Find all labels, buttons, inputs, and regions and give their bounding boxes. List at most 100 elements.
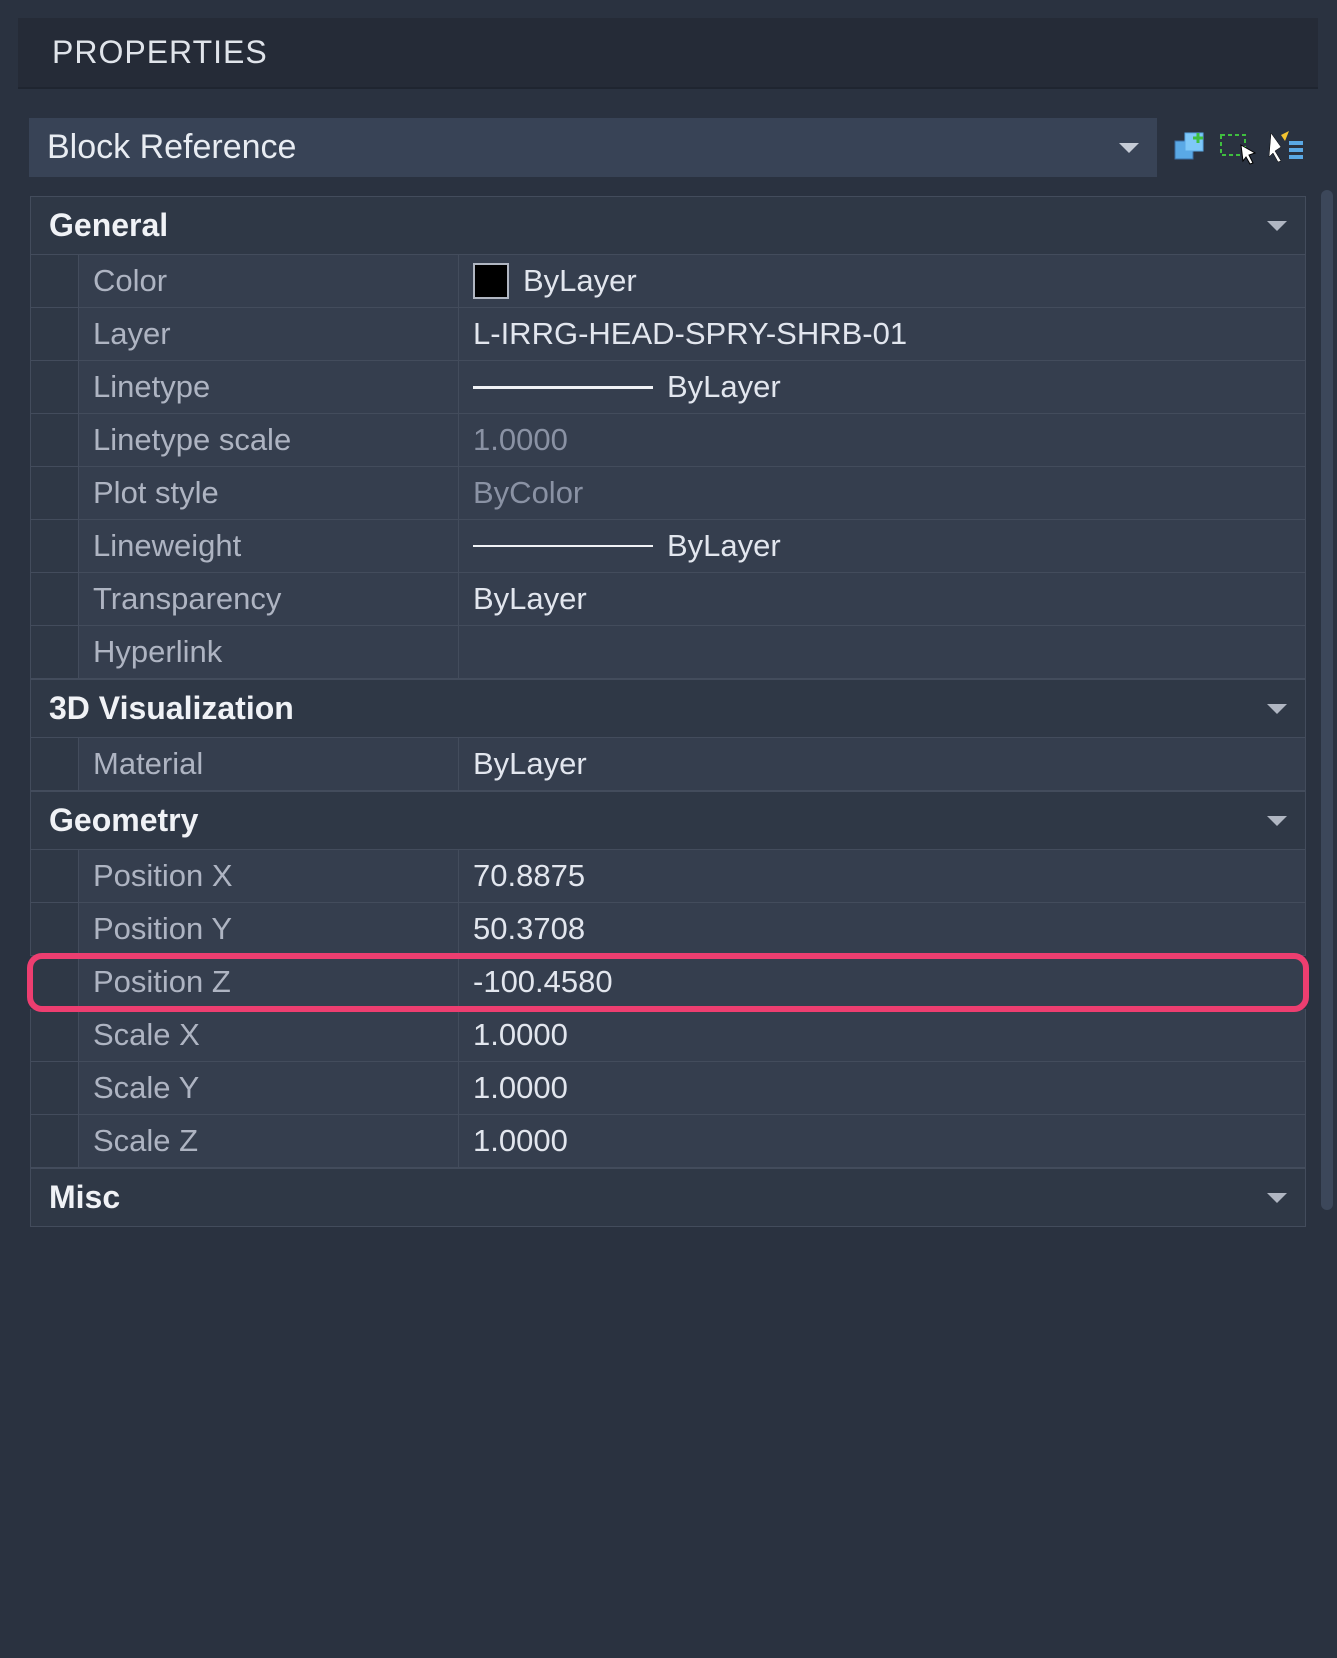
prop-value[interactable]: 1.0000 [459,1115,1305,1167]
prop-value-text: ByLayer [473,581,587,617]
prop-row-position-y[interactable]: Position Y 50.3708 [30,903,1306,956]
prop-value-text: 50.3708 [473,911,585,947]
row-spacer [31,738,79,790]
chevron-down-icon [1267,816,1287,826]
prop-label: Position X [79,850,459,902]
row-spacer [31,1062,79,1114]
row-spacer [31,361,79,413]
prop-value[interactable]: 1.0000 [459,414,1305,466]
prop-value[interactable] [459,626,1305,678]
prop-label: Scale X [79,1009,459,1061]
section-title: 3D Visualization [49,690,294,727]
prop-value[interactable]: ByLayer [459,520,1305,572]
prop-value-text: 1.0000 [473,422,568,458]
selector-row: Block Reference [18,89,1318,196]
prop-value[interactable]: 1.0000 [459,1009,1305,1061]
select-objects-icon[interactable] [1218,128,1260,168]
prop-value[interactable]: 1.0000 [459,1062,1305,1114]
selector-label: Block Reference [47,128,296,167]
prop-value[interactable]: ByColor [459,467,1305,519]
toolbar-icons [1170,128,1308,168]
section-header-misc[interactable]: Misc [30,1168,1306,1227]
row-spacer [31,308,79,360]
properties-panel: PROPERTIES Block Reference [18,18,1318,1227]
prop-row-color[interactable]: Color ByLayer [30,255,1306,308]
row-spacer [31,903,79,955]
prop-row-lineweight[interactable]: Lineweight ByLayer [30,520,1306,573]
row-spacer [31,414,79,466]
section-header-general[interactable]: General [30,196,1306,255]
prop-value[interactable]: 50.3708 [459,903,1305,955]
prop-row-position-x[interactable]: Position X 70.8875 [30,850,1306,903]
prop-label: Scale Z [79,1115,459,1167]
prop-value-text: ByLayer [523,263,637,299]
prop-value-text: 1.0000 [473,1017,568,1053]
chevron-down-icon [1119,143,1139,153]
chevron-down-icon [1267,704,1287,714]
prop-value-text: ByLayer [667,369,781,405]
prop-row-hyperlink[interactable]: Hyperlink [30,626,1306,679]
toggle-pickadd-icon[interactable] [1170,128,1212,168]
prop-value[interactable]: 70.8875 [459,850,1305,902]
color-swatch-icon [473,263,509,299]
prop-label: Position Z [79,956,459,1008]
prop-value-text: L-IRRG-HEAD-SPRY-SHRB-01 [473,316,907,352]
prop-label: Lineweight [79,520,459,572]
prop-value-text: ByLayer [473,746,587,782]
prop-label: Plot style [79,467,459,519]
prop-value-text: 70.8875 [473,858,585,894]
prop-label: Color [79,255,459,307]
prop-label: Scale Y [79,1062,459,1114]
prop-row-plot-style[interactable]: Plot style ByColor [30,467,1306,520]
prop-label: Position Y [79,903,459,955]
prop-row-material[interactable]: Material ByLayer [30,738,1306,791]
row-spacer [31,956,79,1008]
section-title: Geometry [49,802,198,839]
prop-value-text: -100.4580 [473,964,613,1000]
panel-title: PROPERTIES [18,18,1318,89]
prop-row-scale-z[interactable]: Scale Z 1.0000 [30,1115,1306,1168]
section-title: General [49,207,168,244]
row-spacer [31,1009,79,1061]
prop-label: Hyperlink [79,626,459,678]
row-spacer [31,573,79,625]
linetype-sample-icon [473,386,653,389]
quick-select-icon[interactable] [1266,128,1308,168]
prop-value[interactable]: ByLayer [459,255,1305,307]
chevron-down-icon [1267,221,1287,231]
prop-row-scale-x[interactable]: Scale X 1.0000 [30,1009,1306,1062]
prop-value-text: 1.0000 [473,1070,568,1106]
prop-value[interactable]: ByLayer [459,361,1305,413]
prop-value[interactable]: L-IRRG-HEAD-SPRY-SHRB-01 [459,308,1305,360]
prop-value[interactable]: ByLayer [459,738,1305,790]
prop-row-linetype-scale[interactable]: Linetype scale 1.0000 [30,414,1306,467]
row-spacer [31,467,79,519]
prop-value-text: ByColor [473,475,583,511]
prop-value-text: 1.0000 [473,1123,568,1159]
row-spacer [31,850,79,902]
prop-row-transparency[interactable]: Transparency ByLayer [30,573,1306,626]
prop-label: Material [79,738,459,790]
section-header-geometry[interactable]: Geometry [30,791,1306,850]
prop-label: Transparency [79,573,459,625]
prop-row-layer[interactable]: Layer L-IRRG-HEAD-SPRY-SHRB-01 [30,308,1306,361]
prop-value[interactable]: ByLayer [459,573,1305,625]
row-spacer [31,1115,79,1167]
prop-value[interactable]: -100.4580 [459,956,1305,1008]
prop-row-position-z[interactable]: Position Z -100.4580 [30,956,1306,1009]
scrollbar[interactable] [1321,190,1333,1210]
lineweight-sample-icon [473,545,653,547]
prop-row-scale-y[interactable]: Scale Y 1.0000 [30,1062,1306,1115]
section-title: Misc [49,1179,120,1216]
prop-value-text: ByLayer [667,528,781,564]
row-spacer [31,255,79,307]
object-type-selector[interactable]: Block Reference [28,117,1158,178]
row-spacer [31,626,79,678]
prop-label: Linetype scale [79,414,459,466]
chevron-down-icon [1267,1193,1287,1203]
prop-row-linetype[interactable]: Linetype ByLayer [30,361,1306,414]
prop-label: Linetype [79,361,459,413]
prop-label: Layer [79,308,459,360]
sections-container: General Color ByLayer Layer L-IRRG-HEAD-… [18,196,1318,1227]
section-header-3d-visualization[interactable]: 3D Visualization [30,679,1306,738]
